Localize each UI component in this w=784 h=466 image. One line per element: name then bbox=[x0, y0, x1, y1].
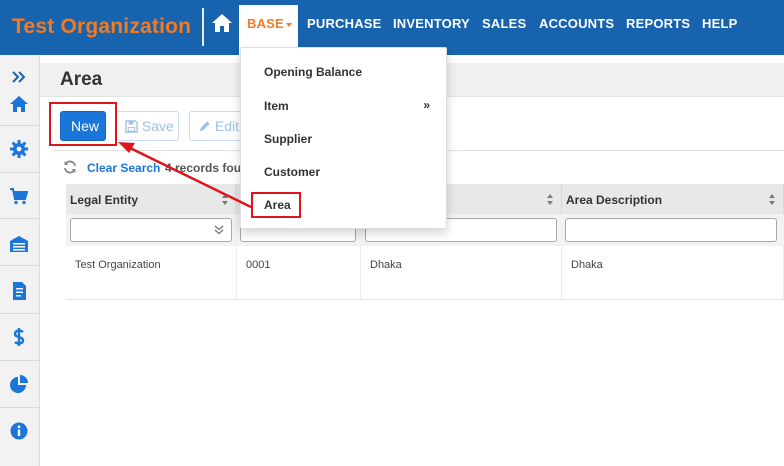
app-window: Test Organization BASE PURCHASE INVENTOR… bbox=[0, 0, 784, 466]
gear-icon[interactable] bbox=[9, 139, 29, 159]
sidebar bbox=[0, 55, 40, 466]
save-button-label: Save bbox=[141, 118, 174, 134]
pie-chart-icon[interactable] bbox=[9, 374, 29, 394]
menu-item-customer[interactable]: Customer bbox=[264, 165, 320, 179]
brand-divider bbox=[202, 8, 204, 46]
annotation-box-area bbox=[251, 192, 301, 218]
column-header-legal-entity[interactable]: Legal Entity bbox=[66, 184, 237, 214]
area-description-filter-input[interactable] bbox=[565, 218, 777, 242]
sort-icon[interactable] bbox=[547, 194, 553, 205]
save-icon bbox=[125, 120, 138, 133]
home-icon[interactable] bbox=[9, 94, 29, 114]
home-icon[interactable] bbox=[210, 11, 234, 35]
nav-help[interactable]: HELP bbox=[702, 16, 737, 31]
table-cell: Dhaka bbox=[361, 246, 562, 300]
table-cell: Dhaka bbox=[562, 246, 784, 300]
caret-down-icon bbox=[285, 22, 292, 27]
nav-sales[interactable]: SALES bbox=[482, 16, 526, 31]
edit-button-label: Edit bbox=[214, 118, 240, 134]
sort-icon[interactable] bbox=[222, 194, 228, 205]
nav-purchase[interactable]: PURCHASE bbox=[307, 16, 382, 31]
sidebar-divider bbox=[0, 407, 40, 408]
menu-item-item[interactable]: Item bbox=[264, 99, 289, 113]
expand-icon[interactable] bbox=[10, 68, 28, 86]
column-header-label: Area Description bbox=[566, 193, 663, 207]
warehouse-icon[interactable] bbox=[9, 234, 29, 254]
column-header-label: Legal Entity bbox=[70, 193, 139, 207]
nav-base-label: BASE bbox=[247, 16, 284, 31]
clear-search-link[interactable]: Clear Search bbox=[87, 161, 160, 175]
pencil-icon bbox=[199, 121, 210, 132]
dollar-icon[interactable] bbox=[9, 327, 29, 347]
cart-icon[interactable] bbox=[9, 186, 29, 206]
nav-reports[interactable]: REPORTS bbox=[626, 16, 690, 31]
sidebar-divider bbox=[0, 265, 40, 266]
info-icon[interactable] bbox=[9, 421, 29, 441]
menu-item-supplier[interactable]: Supplier bbox=[264, 132, 312, 146]
sidebar-divider bbox=[0, 125, 40, 126]
save-button[interactable]: Save bbox=[116, 111, 179, 141]
sidebar-divider bbox=[0, 218, 40, 219]
nav-inventory[interactable]: INVENTORY bbox=[393, 16, 470, 31]
refresh-icon[interactable] bbox=[63, 160, 77, 174]
brand-name[interactable]: Test Organization bbox=[12, 15, 191, 39]
sort-icon[interactable] bbox=[769, 194, 775, 205]
annotation-box-new bbox=[49, 102, 117, 146]
records-count: 4 records fou bbox=[165, 161, 242, 175]
invoice-icon[interactable] bbox=[9, 281, 29, 301]
sidebar-divider bbox=[0, 360, 40, 361]
page-title: Area bbox=[60, 69, 103, 90]
sidebar-divider bbox=[0, 313, 40, 314]
menu-item-opening-balance[interactable]: Opening Balance bbox=[264, 65, 362, 79]
sidebar-divider bbox=[0, 172, 40, 173]
nav-accounts[interactable]: ACCOUNTS bbox=[539, 16, 614, 31]
submenu-arrow-icon: » bbox=[423, 98, 430, 112]
column-header-area-description[interactable]: Area Description bbox=[562, 184, 784, 214]
legal-entity-filter-select[interactable] bbox=[70, 218, 232, 242]
table-cell: Test Organization bbox=[66, 246, 237, 300]
table-cell: 0001 bbox=[237, 246, 361, 300]
double-chevron-down-icon bbox=[214, 225, 224, 235]
table-row[interactable]: Test Organization 0001 Dhaka Dhaka bbox=[66, 246, 784, 300]
